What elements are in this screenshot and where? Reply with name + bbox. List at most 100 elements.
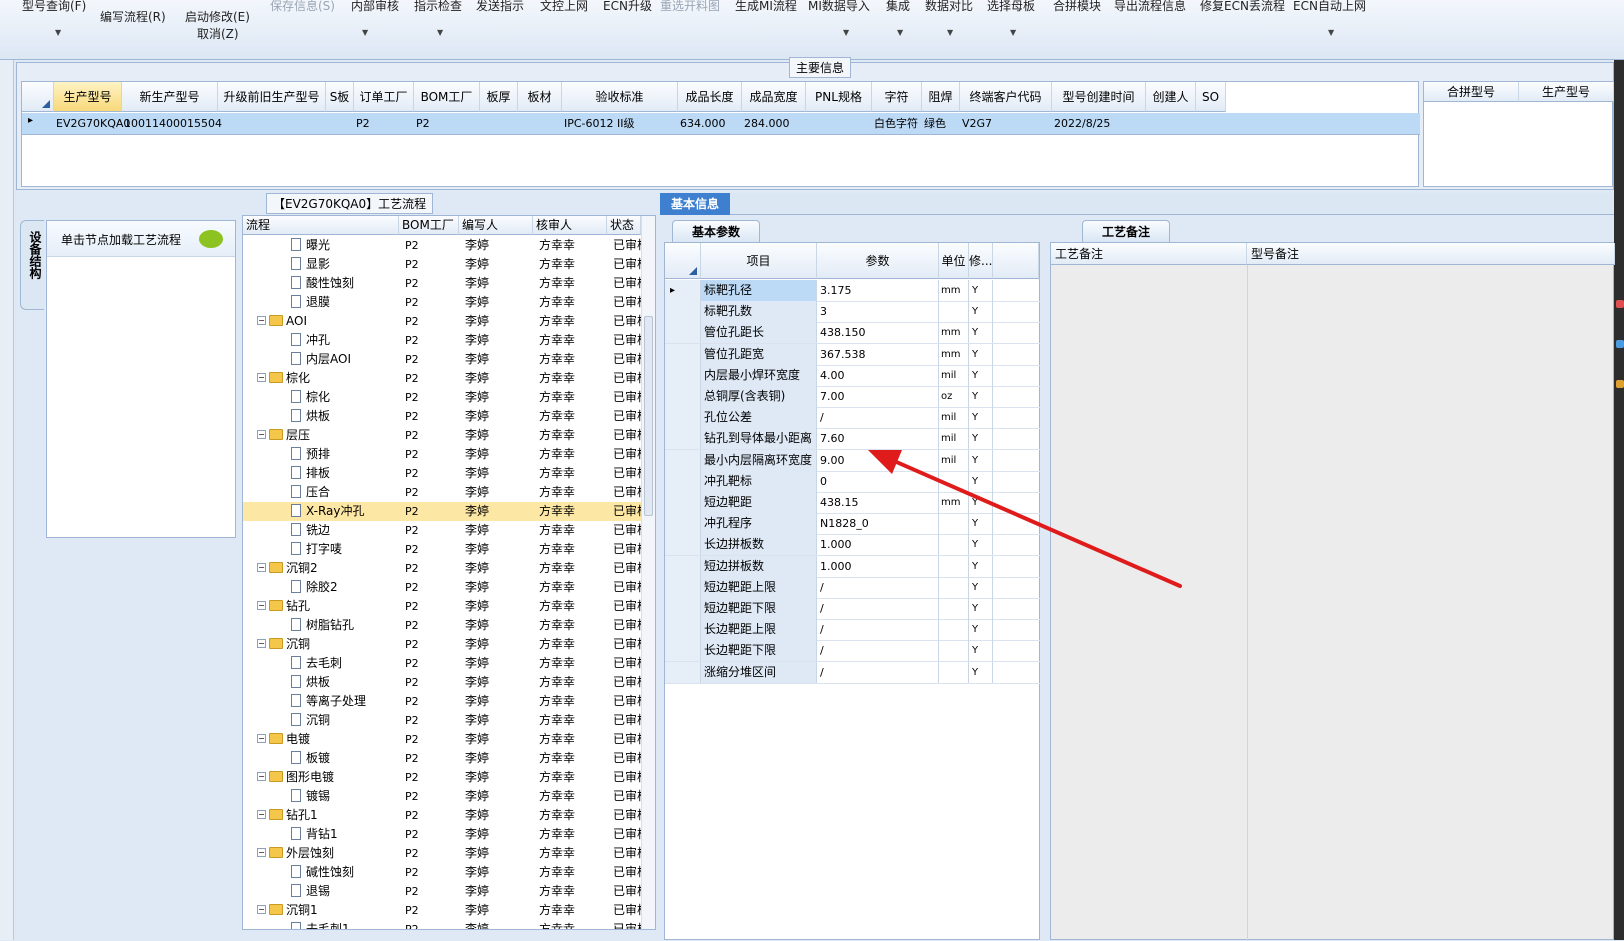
tree-node[interactable]: 除胶2 (291, 578, 397, 597)
row-header[interactable] (665, 364, 701, 386)
tree-node[interactable]: 沉铜 (291, 711, 397, 730)
tree-node[interactable]: − 图形电镀 (257, 768, 397, 787)
tree-row[interactable]: 碱性蚀刻 P2 李婷 方幸幸 已审核 (243, 863, 641, 882)
row-header[interactable] (665, 386, 701, 407)
column-header[interactable]: 编写人 (459, 216, 533, 235)
tree-node[interactable]: − AOI (257, 312, 397, 331)
param-cell-value[interactable]: / (817, 598, 939, 619)
param-cell-unit[interactable] (939, 576, 969, 598)
tree-node[interactable]: − 沉铜 (257, 635, 397, 654)
toolbar-button[interactable]: 文控上网 (540, 0, 588, 14)
param-cell-unit[interactable] (939, 534, 969, 556)
tree-node[interactable]: 冲孔 (291, 331, 397, 350)
row-header[interactable] (665, 407, 701, 429)
row-header[interactable] (665, 619, 701, 641)
tree-row[interactable]: − 图形电镀 P2 李婷 方幸幸 已审核 (243, 768, 641, 787)
splitter[interactable] (1040, 220, 1050, 940)
collapse-icon[interactable]: − (257, 316, 266, 325)
tree-node[interactable]: 压合 (291, 483, 397, 502)
toolbar-button[interactable]: 启动修改(E) (185, 8, 250, 25)
param-cell-value[interactable]: 367.538 (817, 343, 939, 365)
tree-row[interactable]: 除胶2 P2 李婷 方幸幸 已审核 (243, 578, 641, 597)
grid-corner[interactable] (665, 243, 701, 279)
column-header[interactable]: 项目 (701, 243, 817, 279)
tree-row[interactable]: X-Ray冲孔 P2 李婷 方幸幸 已审核 (243, 502, 641, 521)
tree-row[interactable]: 显影 P2 李婷 方幸幸 已审核 (243, 255, 641, 274)
tree-node[interactable]: 烘板 (291, 673, 397, 692)
collapse-icon[interactable]: − (257, 905, 266, 914)
column-header[interactable]: 验收标准 (562, 82, 678, 112)
param-cell-flag[interactable]: Y (969, 534, 993, 556)
toolbar-button[interactable]: 内部审核 (351, 0, 399, 14)
column-header[interactable]: 阻焊 (922, 82, 960, 112)
param-cell-unit[interactable] (939, 513, 969, 535)
flow-tree-scrollbar[interactable] (641, 216, 655, 929)
param-row[interactable]: 管位孔距长 438.150 mm Y (665, 322, 1041, 345)
param-row[interactable]: 最小内层隔离环宽度 9.00 mil Y (665, 449, 1041, 472)
param-cell-unit[interactable] (939, 619, 969, 641)
tree-row[interactable]: − AOI P2 李婷 方幸幸 已审核 (243, 312, 641, 331)
row-header[interactable] (665, 661, 701, 683)
row-header[interactable] (665, 301, 701, 323)
param-cell-value[interactable]: / (817, 407, 939, 429)
param-cell-value[interactable]: 1.000 (817, 534, 939, 556)
tree-node[interactable]: 内层AOI (291, 350, 397, 369)
param-cell-flag[interactable]: Y (969, 301, 993, 323)
tab-basic-info[interactable]: 基本信息 (660, 193, 730, 215)
param-cell-flag[interactable]: Y (969, 449, 993, 471)
tree-row[interactable]: 预排 P2 李婷 方幸幸 已审核 (243, 445, 641, 464)
param-cell-item[interactable]: 孔位公差 (701, 407, 817, 429)
toolbar-button[interactable]: 修复ECN丢流程 (1200, 0, 1285, 14)
toolbar-button[interactable]: ECN自动上网 (1293, 0, 1366, 14)
tree-node[interactable]: 板镀 (291, 749, 397, 768)
chevron-down-icon[interactable]: ▼ (843, 28, 849, 37)
row-header[interactable] (665, 343, 701, 365)
table-cell[interactable] (1198, 114, 1248, 134)
tree-row[interactable]: 烘板 P2 李婷 方幸幸 已审核 (243, 407, 641, 426)
side-tab-equipment[interactable]: 设备结构 (20, 220, 44, 310)
node-hint-bar[interactable]: 单击节点加载工艺流程 (47, 221, 235, 257)
tree-row[interactable]: − 电镀 P2 李婷 方幸幸 已审核 (243, 730, 641, 749)
param-cell-item[interactable]: 最小内层隔离环宽度 (701, 449, 817, 471)
tree-row[interactable]: 背钻1 P2 李婷 方幸幸 已审核 (243, 825, 641, 844)
param-cell-flag[interactable]: Y (969, 470, 993, 492)
column-header[interactable]: 核审人 (533, 216, 607, 235)
tree-row[interactable]: 打字唛 P2 李婷 方幸幸 已审核 (243, 540, 641, 559)
tree-node[interactable]: 退锡 (291, 882, 397, 901)
tree-node[interactable]: 树脂钻孔 (291, 616, 397, 635)
tree-node[interactable]: − 沉铜2 (257, 559, 397, 578)
param-cell-flag[interactable]: Y (969, 513, 993, 535)
param-cell-unit[interactable]: oz (939, 386, 969, 407)
tree-node[interactable]: − 沉铜1 (257, 901, 397, 920)
row-header[interactable] (665, 492, 701, 513)
param-cell-unit[interactable] (939, 598, 969, 619)
row-header[interactable] (665, 428, 701, 450)
tree-row[interactable]: 树脂钻孔 P2 李婷 方幸幸 已审核 (243, 616, 641, 635)
tree-node[interactable]: − 电镀 (257, 730, 397, 749)
tree-node[interactable]: 去毛刺1 (291, 920, 397, 929)
param-cell-item[interactable]: 短边拼板数 (701, 555, 817, 577)
tree-node[interactable]: 碱性蚀刻 (291, 863, 397, 882)
param-cell-item[interactable]: 标靶孔径 (701, 280, 817, 301)
param-cell-flag[interactable]: Y (969, 598, 993, 619)
tree-row[interactable]: − 外层蚀刻 P2 李婷 方幸幸 已审核 (243, 844, 641, 863)
param-cell-flag[interactable]: Y (969, 407, 993, 429)
column-header[interactable]: 板材 (518, 82, 562, 112)
param-row[interactable]: 钻孔到导体最小距离 7.60 mil Y (665, 428, 1041, 451)
chevron-down-icon[interactable]: ▼ (947, 28, 953, 37)
column-header[interactable]: 状态 (607, 216, 641, 235)
chevron-down-icon[interactable]: ▼ (55, 28, 61, 37)
column-header[interactable]: S板 (326, 82, 354, 112)
param-cell-unit[interactable]: mm (939, 343, 969, 365)
param-cell-value[interactable]: 7.00 (817, 386, 939, 407)
toolbar-button[interactable]: 保存信息(S) (270, 0, 335, 14)
column-header[interactable]: 修... (969, 243, 993, 279)
param-cell-unit[interactable]: mil (939, 364, 969, 386)
param-row[interactable]: 孔位公差 / mil Y (665, 407, 1041, 430)
param-cell-item[interactable]: 短边靶距下限 (701, 598, 817, 619)
tree-row[interactable]: − 沉铜1 P2 李婷 方幸幸 已审核 (243, 901, 641, 920)
param-cell-value[interactable]: 438.150 (817, 322, 939, 344)
column-header[interactable]: 订单工厂 (354, 82, 414, 112)
tree-node[interactable]: 去毛刺 (291, 654, 397, 673)
row-header[interactable] (665, 513, 701, 535)
